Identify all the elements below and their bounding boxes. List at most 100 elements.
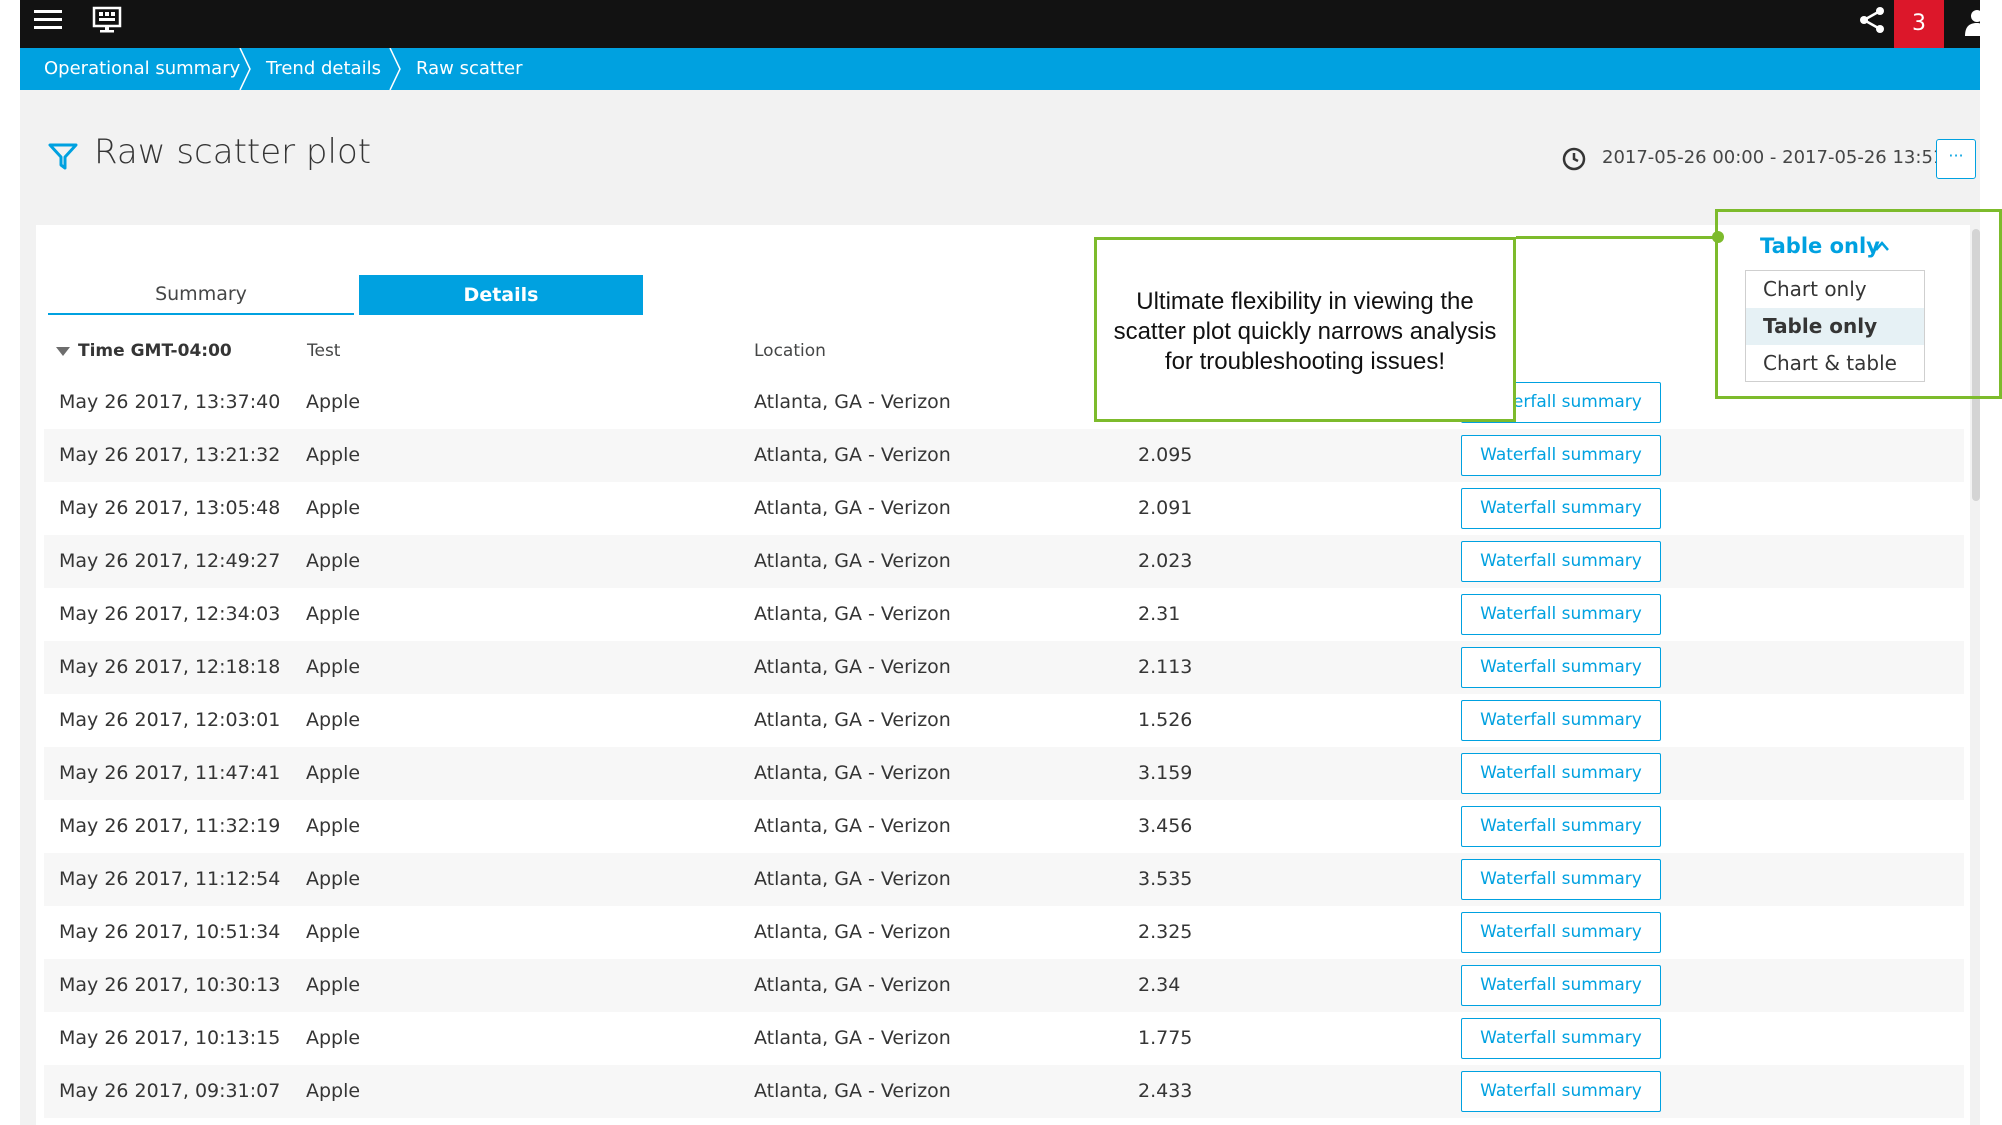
tab-details[interactable]: Details bbox=[359, 275, 643, 315]
waterfall-summary-button[interactable]: Waterfall summary bbox=[1461, 1018, 1661, 1059]
cell-test: Apple bbox=[306, 1027, 361, 1049]
filter-icon[interactable] bbox=[48, 143, 78, 175]
waterfall-summary-button[interactable]: Waterfall summary bbox=[1461, 1071, 1661, 1112]
waterfall-summary-button[interactable]: Waterfall summary bbox=[1461, 647, 1661, 688]
cell-value: 2.433 bbox=[1138, 1080, 1193, 1102]
page-title: Raw scatter plot bbox=[94, 132, 372, 172]
waterfall-summary-button[interactable]: Waterfall summary bbox=[1461, 541, 1661, 582]
cell-location: Atlanta, GA - Verizon bbox=[754, 974, 951, 996]
column-header-time[interactable]: Time GMT-04:00 bbox=[78, 341, 232, 361]
table-row: May 26 2017, 12:34:03 Apple Atlanta, GA - … bbox=[44, 588, 1964, 641]
cell-location: Atlanta, GA - Verizon bbox=[754, 497, 951, 519]
cell-value: 2.091 bbox=[1138, 497, 1193, 519]
cell-value: 2.325 bbox=[1138, 921, 1193, 943]
user-icon[interactable] bbox=[1962, 8, 1984, 42]
table-row: May 26 2017, 13:05:48 Apple Atlanta, GA - … bbox=[44, 482, 1964, 535]
column-header-test[interactable]: Test bbox=[307, 341, 340, 361]
cell-test: Apple bbox=[306, 921, 361, 943]
tab-summary[interactable]: Summary bbox=[48, 277, 354, 315]
cell-value: 3.456 bbox=[1138, 815, 1193, 837]
waterfall-summary-button[interactable]: Waterfall summary bbox=[1461, 753, 1661, 794]
waterfall-summary-button[interactable]: Waterfall summary bbox=[1461, 859, 1661, 900]
cell-value: 1.775 bbox=[1138, 1027, 1193, 1049]
cell-time: May 26 2017, 10:51:34 bbox=[59, 921, 281, 943]
monitor-icon[interactable] bbox=[92, 6, 122, 38]
cell-test: Apple bbox=[306, 974, 361, 996]
annotation-dot bbox=[1712, 231, 1724, 243]
breadcrumb-operational-summary[interactable]: Operational summary bbox=[44, 48, 240, 90]
table-row: May 26 2017, 13:21:32 Apple Atlanta, GA - … bbox=[44, 429, 1964, 482]
cell-value: 1.526 bbox=[1138, 709, 1193, 731]
cell-test: Apple bbox=[306, 550, 361, 572]
breadcrumb: Operational summary Trend details Raw sc… bbox=[20, 48, 1980, 90]
waterfall-summary-button[interactable]: Waterfall summary bbox=[1461, 488, 1661, 529]
table-row: May 26 2017, 11:32:19 Apple Atlanta, GA - … bbox=[44, 800, 1964, 853]
cell-time: May 26 2017, 09:31:07 bbox=[59, 1080, 281, 1102]
cell-time: May 26 2017, 13:21:32 bbox=[59, 444, 281, 466]
cell-location: Atlanta, GA - Verizon bbox=[754, 1027, 951, 1049]
sort-desc-icon[interactable] bbox=[56, 347, 70, 356]
cell-location: Atlanta, GA - Verizon bbox=[754, 603, 951, 625]
cell-test: Apple bbox=[306, 656, 361, 678]
cell-value: 2.113 bbox=[1138, 656, 1193, 678]
table-row: May 26 2017, 10:51:34 Apple Atlanta, GA - … bbox=[44, 906, 1964, 959]
cell-test: Apple bbox=[306, 762, 361, 784]
cell-test: Apple bbox=[306, 815, 361, 837]
cell-location: Atlanta, GA - Verizon bbox=[754, 868, 951, 890]
waterfall-summary-button[interactable]: Waterfall summary bbox=[1461, 912, 1661, 953]
table-row: May 26 2017, 10:30:13 Apple Atlanta, GA - … bbox=[44, 959, 1964, 1012]
cell-test: Apple bbox=[306, 391, 361, 413]
chevron-right-icon bbox=[239, 48, 251, 90]
column-header-location[interactable]: Location bbox=[754, 341, 826, 361]
cell-location: Atlanta, GA - Verizon bbox=[754, 815, 951, 837]
cell-value: 3.159 bbox=[1138, 762, 1193, 784]
cell-test: Apple bbox=[306, 497, 361, 519]
cell-time: May 26 2017, 12:18:18 bbox=[59, 656, 281, 678]
more-options-button[interactable]: ··· bbox=[1936, 139, 1976, 179]
annotation-callout: Ultimate flexibility in viewing the scat… bbox=[1094, 237, 1516, 422]
cell-location: Atlanta, GA - Verizon bbox=[754, 550, 951, 572]
table-row: May 26 2017, 09:31:07 Apple Atlanta, GA - … bbox=[44, 1065, 1964, 1118]
cell-test: Apple bbox=[306, 603, 361, 625]
table-row: May 26 2017, 12:18:18 Apple Atlanta, GA - … bbox=[44, 641, 1964, 694]
cell-location: Atlanta, GA - Verizon bbox=[754, 656, 951, 678]
waterfall-summary-button[interactable]: Waterfall summary bbox=[1461, 806, 1661, 847]
cell-time: May 26 2017, 10:13:15 bbox=[59, 1027, 281, 1049]
results-table: May 26 2017, 13:37:40 Apple Atlanta, GA - … bbox=[44, 376, 1964, 1118]
cell-time: May 26 2017, 12:03:01 bbox=[59, 709, 281, 731]
cell-time: May 26 2017, 11:47:41 bbox=[59, 762, 281, 784]
waterfall-summary-button[interactable]: Waterfall summary bbox=[1461, 965, 1661, 1006]
cell-value: 2.023 bbox=[1138, 550, 1193, 572]
cell-location: Atlanta, GA - Verizon bbox=[754, 709, 951, 731]
breadcrumb-trend-details[interactable]: Trend details bbox=[266, 48, 381, 90]
share-icon[interactable] bbox=[1858, 6, 1886, 38]
cell-time: May 26 2017, 11:12:54 bbox=[59, 868, 281, 890]
menu-icon[interactable] bbox=[34, 10, 62, 32]
table-row: May 26 2017, 11:12:54 Apple Atlanta, GA - … bbox=[44, 853, 1964, 906]
cell-value: 2.095 bbox=[1138, 444, 1193, 466]
table-row: May 26 2017, 13:37:40 Apple Atlanta, GA - … bbox=[44, 376, 1964, 429]
cell-value: 2.31 bbox=[1138, 603, 1181, 625]
top-bar: 3 bbox=[20, 0, 1984, 48]
timeframe-selector[interactable]: 2017-05-26 00:00 - 2017-05-26 13:51 bbox=[1602, 147, 1944, 168]
table-row: May 26 2017, 12:03:01 Apple Atlanta, GA - … bbox=[44, 694, 1964, 747]
cell-time: May 26 2017, 11:32:19 bbox=[59, 815, 281, 837]
cell-location: Atlanta, GA - Verizon bbox=[754, 1080, 951, 1102]
cell-test: Apple bbox=[306, 1080, 361, 1102]
cell-value: 3.535 bbox=[1138, 868, 1193, 890]
cell-test: Apple bbox=[306, 709, 361, 731]
table-row: May 26 2017, 11:47:41 Apple Atlanta, GA - … bbox=[44, 747, 1964, 800]
annotation-connector bbox=[1516, 236, 1718, 239]
cell-time: May 26 2017, 13:37:40 bbox=[59, 391, 281, 413]
notification-badge[interactable]: 3 bbox=[1894, 0, 1944, 48]
cell-time: May 26 2017, 13:05:48 bbox=[59, 497, 281, 519]
waterfall-summary-button[interactable]: Waterfall summary bbox=[1461, 594, 1661, 635]
waterfall-summary-button[interactable]: Waterfall summary bbox=[1461, 435, 1661, 476]
annotation-highlight bbox=[1715, 209, 2002, 399]
cell-location: Atlanta, GA - Verizon bbox=[754, 391, 951, 413]
table-row: May 26 2017, 12:49:27 Apple Atlanta, GA - … bbox=[44, 535, 1964, 588]
cell-value: 2.34 bbox=[1138, 974, 1181, 996]
breadcrumb-raw-scatter[interactable]: Raw scatter bbox=[416, 48, 522, 90]
waterfall-summary-button[interactable]: Waterfall summary bbox=[1461, 700, 1661, 741]
cell-test: Apple bbox=[306, 444, 361, 466]
